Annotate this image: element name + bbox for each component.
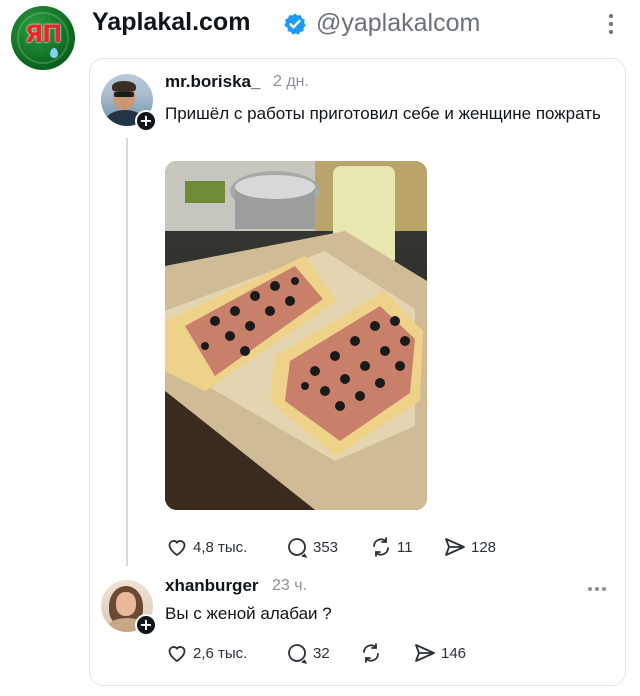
follow-plus-icon[interactable]: +	[135, 614, 157, 636]
repost-button[interactable]: 11	[369, 535, 413, 559]
repost-icon	[363, 643, 379, 663]
send-icon	[445, 538, 465, 556]
like-button[interactable]: 4,8 тыс.	[165, 535, 247, 559]
follow-plus-icon[interactable]: +	[135, 110, 157, 132]
comment-button[interactable]: 353	[285, 535, 338, 559]
comment-button[interactable]: 32	[285, 641, 330, 665]
heart-icon	[168, 646, 186, 663]
post-timestamp: 2 дн.	[273, 73, 309, 90]
logo-drop	[50, 48, 58, 58]
comment-bubble-icon	[288, 538, 308, 558]
reply-more-icon[interactable]	[588, 578, 612, 591]
share-count: 146	[441, 644, 467, 662]
comment-count: 353	[313, 538, 339, 556]
reply-text: Вы с женой алабаи ?	[165, 604, 332, 623]
share-button[interactable]: 128	[443, 535, 496, 559]
like-button[interactable]: 2,6 тыс.	[165, 641, 247, 665]
comment-bubble-icon	[288, 644, 308, 664]
yaplakal-logo[interactable]: ЯП	[11, 6, 75, 70]
logo-mark: ЯП	[24, 20, 63, 48]
reply-username[interactable]: xhanburger	[165, 576, 259, 596]
account-name[interactable]: Yaplakal.com	[92, 8, 250, 37]
reply-timestamp: 23 ч.	[272, 577, 308, 594]
share-count: 128	[471, 538, 497, 556]
post-username[interactable]: mr.boriska_	[165, 72, 260, 92]
tweet-header: ЯП Yaplakal.com @yaplakalcom	[0, 0, 640, 70]
send-icon	[415, 644, 435, 662]
heart-icon	[168, 540, 186, 557]
like-count: 4,8 тыс.	[193, 538, 248, 556]
comment-count: 32	[313, 644, 330, 662]
more-options-icon[interactable]	[604, 12, 618, 36]
thread-line	[126, 138, 128, 566]
post-photo-pizza[interactable]	[165, 161, 427, 510]
repost-icon	[373, 537, 389, 557]
repost-count: 11	[397, 538, 413, 556]
post-actions: 4,8 тыс. 353 11 128	[165, 535, 595, 559]
post-text: Пришёл с работы приготовил себе и женщин…	[165, 104, 601, 123]
share-button[interactable]: 146	[413, 641, 466, 665]
like-count: 2,6 тыс.	[193, 644, 248, 662]
reply-actions: 2,6 тыс. 32 146	[165, 641, 595, 665]
verified-badge-icon	[284, 13, 306, 35]
account-handle[interactable]: @yaplakalcom	[316, 9, 480, 38]
repost-button[interactable]	[359, 641, 387, 665]
